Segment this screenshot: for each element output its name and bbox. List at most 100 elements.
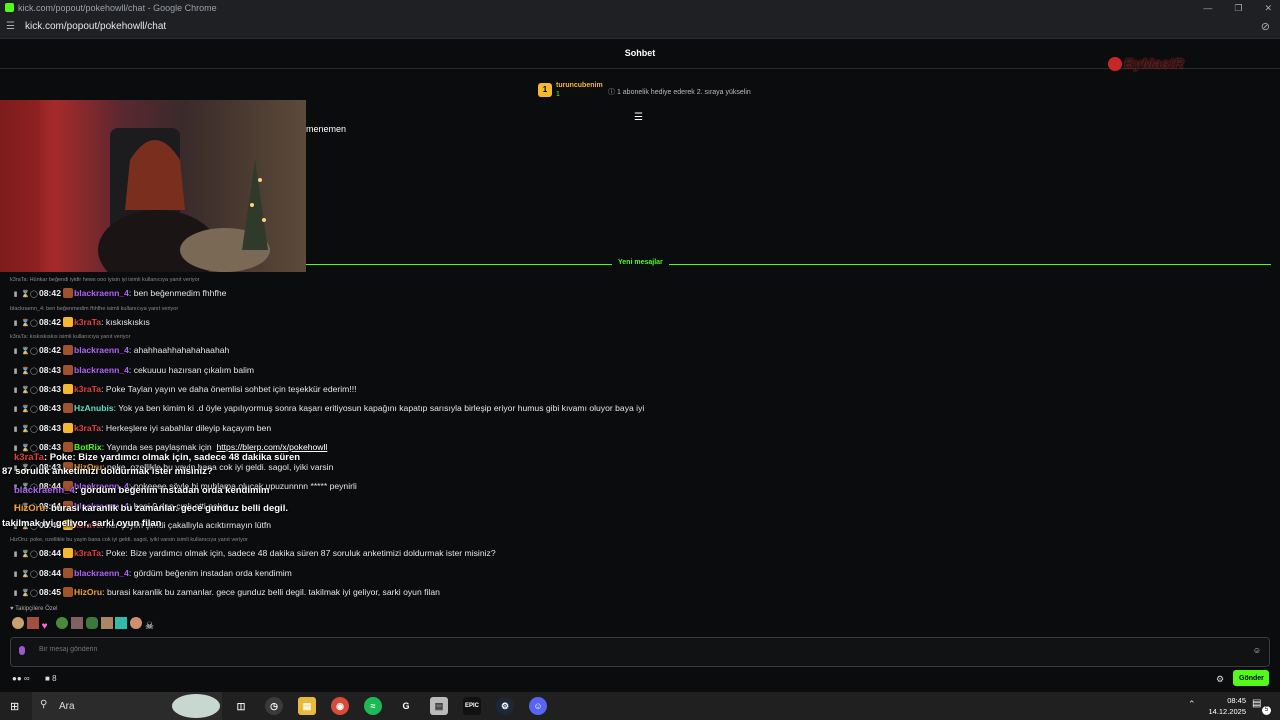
chat-message[interactable]: ▮ ⌛◯08:43 HzAnubis: Yok ya ben kimim ki .d… (12, 403, 644, 413)
mic-icon[interactable] (19, 646, 25, 655)
emote-5[interactable] (71, 617, 84, 629)
emote-2[interactable] (26, 617, 39, 629)
influence-points[interactable]: ●● ∞ (12, 674, 30, 683)
message-text: burasi karanlik bu zamanlar. gece gunduz… (106, 587, 440, 597)
user-badge (62, 345, 73, 355)
gear-icon[interactable]: ⚙ (1216, 674, 1224, 685)
chat-message[interactable]: ▮ ⌛◯08:43 k3raTa: Herkeşlere iyi sabahlar … (12, 423, 271, 433)
message-username[interactable]: k3raTa (74, 423, 101, 433)
emoji-picker-icon[interactable]: ☺ (1253, 646, 1261, 655)
pin-icon[interactable]: ▮ (12, 386, 19, 394)
chat-message[interactable]: ▮ ⌛◯08:42 k3raTa: kıskıskıskıs (12, 317, 150, 327)
site-info-icon[interactable]: ☰ (6, 21, 15, 32)
steam-icon[interactable]: ⚙ (496, 697, 514, 715)
chat-message[interactable]: ▮ ⌛◯08:43 BotRix: Yayında ses paylaşmak iç… (12, 442, 327, 452)
message-username[interactable]: blackraenn_4 (74, 288, 129, 298)
notes-icon[interactable]: ▤ (430, 697, 448, 715)
clock-app-icon[interactable]: ◷ (265, 697, 283, 715)
tts-line: takilmak iyi geliyor, sarki oyun filan (2, 518, 161, 529)
message-time: 08:43 (39, 365, 61, 375)
message-input[interactable] (37, 645, 1241, 654)
file-explorer-icon[interactable]: ▤ (298, 697, 316, 715)
minimize-button[interactable]: — (1203, 0, 1212, 16)
taskbar-clock[interactable]: 08:45 14.12.2025 (1198, 695, 1246, 717)
tts-text: takilmak iyi geliyor, sarki oyun filan (2, 518, 162, 529)
emote-6[interactable] (85, 617, 98, 629)
url-text[interactable]: kick.com/popout/pokehowll/chat (25, 21, 166, 32)
emote-4[interactable] (56, 617, 69, 629)
eye-off-icon[interactable]: ⊘ (1261, 20, 1270, 33)
emote-3[interactable]: ♥ (42, 621, 54, 633)
message-username[interactable]: BotRix (74, 442, 102, 452)
pin-icon[interactable]: ▮ (12, 347, 19, 355)
pin-icon[interactable]: ▮ (12, 589, 19, 597)
user-badge (62, 568, 73, 578)
task-view-icon[interactable]: ◫ (232, 697, 250, 715)
pin-icon[interactable]: ▮ (12, 319, 19, 327)
pin-icon[interactable]: ▮ (12, 367, 19, 375)
leaderboard-user[interactable]: turuncubenim (556, 82, 603, 89)
shield-icon: ◯ (30, 445, 38, 452)
message-username[interactable]: k3raTa (74, 548, 101, 558)
notification-count: 5 (1262, 706, 1271, 715)
message-username[interactable]: blackraenn_4 (74, 365, 129, 375)
discord-icon[interactable]: ☺ (529, 697, 547, 715)
reply-context[interactable]: blackraenn_4: ben beğenmedim fhhfhe isim… (10, 306, 178, 312)
chat-message[interactable]: ▮ ⌛◯08:44 k3raTa: Poke: Bize yardımcı olma… (12, 548, 496, 558)
chat-message[interactable]: ▮ ⌛◯08:43 k3raTa: Poke Taylan yayın ve dah… (12, 384, 356, 394)
send-button[interactable]: Gönder (1233, 670, 1269, 686)
clock-date: 14.12.2025 (1208, 707, 1246, 716)
channel-points[interactable]: ■ 8 (45, 674, 57, 683)
chat-message-list: k3raTa: Hünkar beğendi iyidir hews ooo i… (0, 272, 1272, 602)
user-badge (62, 403, 73, 413)
message-text: Herkeşlere iyi sabahlar dileyip kaçayım … (105, 423, 272, 433)
chat-message[interactable]: ▮ ⌛◯08:42 blackraenn_4: ahahhaahhahahahaah… (12, 345, 229, 355)
emote-10[interactable]: ☠ (145, 621, 157, 633)
message-text: cekuuuu hazırsan çıkalım balim (133, 365, 255, 375)
stray-text: menemen (306, 124, 347, 134)
windows-start-icon[interactable]: ⊞ (10, 700, 19, 713)
reply-context[interactable]: k3raTa: kıskıskıskıs isimli kullanıcıya … (10, 334, 130, 340)
collapse-icon[interactable]: ☰ (634, 112, 643, 123)
emote-9[interactable] (130, 617, 143, 629)
message-link[interactable]: https://blerp.com/x/pokehowll (217, 442, 328, 452)
message-username[interactable]: HzAnubis (74, 403, 114, 413)
timer-icon: ⌛ (21, 445, 30, 452)
timer-icon: ⌛ (21, 291, 30, 298)
restore-button[interactable]: ❐ (1234, 0, 1242, 16)
tray-chevron-icon[interactable]: ⌃ (1188, 699, 1196, 710)
gog-icon[interactable]: G (397, 697, 415, 715)
reply-context[interactable]: HizOru: poke, ozellikle bu yayin bana co… (10, 537, 248, 543)
close-button[interactable]: ✕ (1264, 0, 1272, 16)
message-username[interactable]: k3raTa (74, 384, 101, 394)
epic-games-icon[interactable]: EPIC (463, 697, 481, 715)
message-username[interactable]: k3raTa (74, 317, 101, 327)
emote-bar[interactable]: ♥ ☠ (12, 617, 157, 633)
message-username[interactable]: blackraenn_4 (74, 345, 129, 355)
chat-message[interactable]: ▮ ⌛◯08:43 blackraenn_4: cekuuuu hazırsan ç… (12, 365, 254, 375)
notification-icon[interactable]: ▤ (1252, 698, 1261, 709)
pin-icon[interactable]: ▮ (12, 444, 19, 452)
pin-icon[interactable]: ▮ (12, 405, 19, 413)
pin-icon[interactable]: ▮ (12, 570, 19, 578)
pin-icon[interactable]: ▮ (12, 425, 19, 433)
chrome-icon[interactable]: ◉ (331, 697, 349, 715)
tts-text: : gördüm beğenim instadan orda kendimim (74, 485, 270, 496)
new-messages-separator: Yeni mesajlar (306, 259, 1271, 266)
emote-7[interactable] (100, 617, 113, 629)
emote-8[interactable] (115, 617, 128, 629)
emote-1[interactable] (12, 617, 24, 629)
spotify-icon[interactable]: ≈ (364, 697, 382, 715)
message-time: 08:43 (39, 403, 61, 413)
chat-message[interactable]: ▮ ⌛◯08:42 blackraenn_4: ben beğenmedim fhh… (12, 288, 226, 298)
chat-message[interactable]: ▮ ⌛◯08:44 blackraenn_4: gördüm beğenim ins… (12, 568, 292, 578)
tts-text: : Poke: Bize yardımcı olmak için, sadece… (43, 452, 301, 463)
message-username[interactable]: blackraenn_4 (74, 568, 129, 578)
reply-context[interactable]: k3raTa: Hünkar beğendi iyidir hews ooo i… (10, 277, 200, 283)
shield-icon: ◯ (30, 387, 38, 394)
message-username[interactable]: HizOru (74, 587, 102, 597)
pin-icon[interactable]: ▮ (12, 290, 19, 298)
chat-message[interactable]: ▮ ⌛◯08:45 HizOru: burasi karanlik bu zaman… (12, 587, 440, 597)
taskbar-search[interactable]: ⚲ Ara (32, 692, 222, 720)
pin-icon[interactable]: ▮ (12, 550, 19, 558)
